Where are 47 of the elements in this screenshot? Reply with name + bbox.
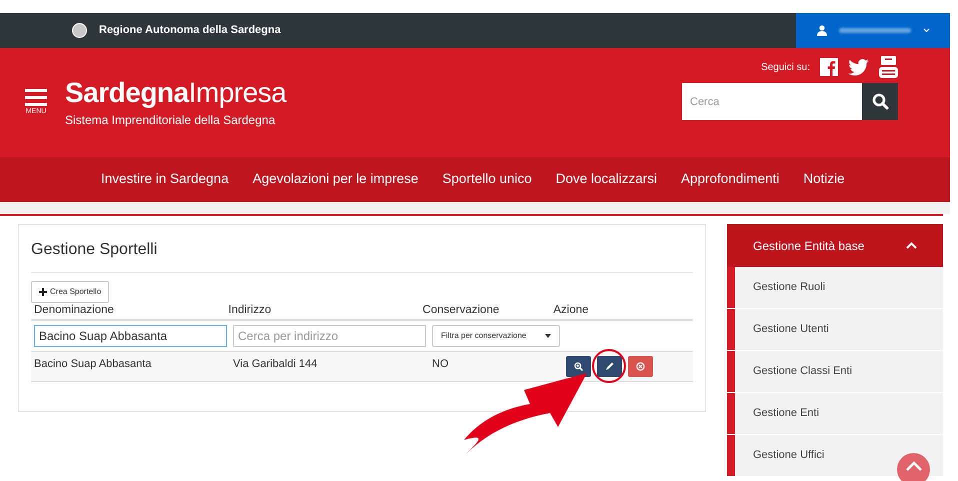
column-header: Azione xyxy=(553,303,590,318)
sidebar-item[interactable]: Gestione Uffici xyxy=(727,435,943,476)
column-header: Indirizzo xyxy=(228,303,272,318)
sidebar-item[interactable]: Gestione Classi Enti xyxy=(727,351,943,392)
table-cell-text: Via Garibaldi 144 xyxy=(233,356,318,372)
column-header: Denominazione xyxy=(34,303,115,318)
plus-icon xyxy=(39,288,47,296)
search-field[interactable]: Cerca xyxy=(682,83,862,120)
video-icon[interactable] xyxy=(879,56,898,78)
emblem-icon xyxy=(72,23,87,38)
search-icon xyxy=(872,93,888,110)
social-label: Seguici su: xyxy=(761,60,810,74)
create-button[interactable]: Crea Sportello xyxy=(31,281,110,303)
nav-link[interactable]: Investire in Sardegna xyxy=(101,169,229,190)
column-header: Conservazione xyxy=(422,303,500,318)
site-logo[interactable]: SardegnaImpresa xyxy=(65,76,286,108)
sidebar-section-header[interactable]: Gestione Entità base xyxy=(727,224,943,267)
filter-dropdown[interactable]: Filtra per conservazione xyxy=(432,325,560,347)
sidebar-item[interactable]: Gestione Utenti xyxy=(727,309,943,350)
region-name[interactable]: Regione Autonoma della Sardegna xyxy=(99,22,281,39)
delete-button[interactable] xyxy=(628,356,653,377)
facebook-icon[interactable] xyxy=(820,58,838,76)
table-cell-text: Bacino Suap Abbasanta xyxy=(34,356,152,372)
zoom-icon xyxy=(574,362,583,371)
user-icon xyxy=(816,25,826,36)
search-button[interactable] xyxy=(862,83,898,120)
nav-link[interactable]: Sportello unico xyxy=(442,169,532,190)
nav-link[interactable]: Agevolazioni per le imprese xyxy=(252,169,418,190)
chevron-icon[interactable] xyxy=(906,242,917,249)
nav-link[interactable]: Approfondimenti xyxy=(681,169,780,190)
caret-icon xyxy=(545,334,551,338)
close-icon xyxy=(636,362,645,371)
bird-icon[interactable] xyxy=(848,58,869,76)
sidebar-item[interactable]: Gestione Ruoli xyxy=(727,267,943,308)
nav-link[interactable]: Notizie xyxy=(803,169,845,190)
chevron-up-icon xyxy=(906,461,922,471)
panel-title: Gestione Sportelli xyxy=(31,238,693,273)
sidebar-item[interactable]: Gestione Enti xyxy=(727,393,943,434)
caret-icon xyxy=(922,28,930,33)
pencil-icon xyxy=(605,362,614,371)
filter-field[interactable]: Bacino Suap Abbasanta xyxy=(34,325,227,347)
table-cell-text: NO xyxy=(432,356,450,372)
filter-field[interactable]: Cerca per indirizzo xyxy=(233,325,426,347)
edit-button[interactable] xyxy=(597,356,622,377)
zoom-button[interactable] xyxy=(566,356,591,377)
site-subtitle: Sistema Imprenditoriale della Sardegna xyxy=(65,112,276,128)
nav-link[interactable]: Dove localizzarsi xyxy=(556,169,658,190)
